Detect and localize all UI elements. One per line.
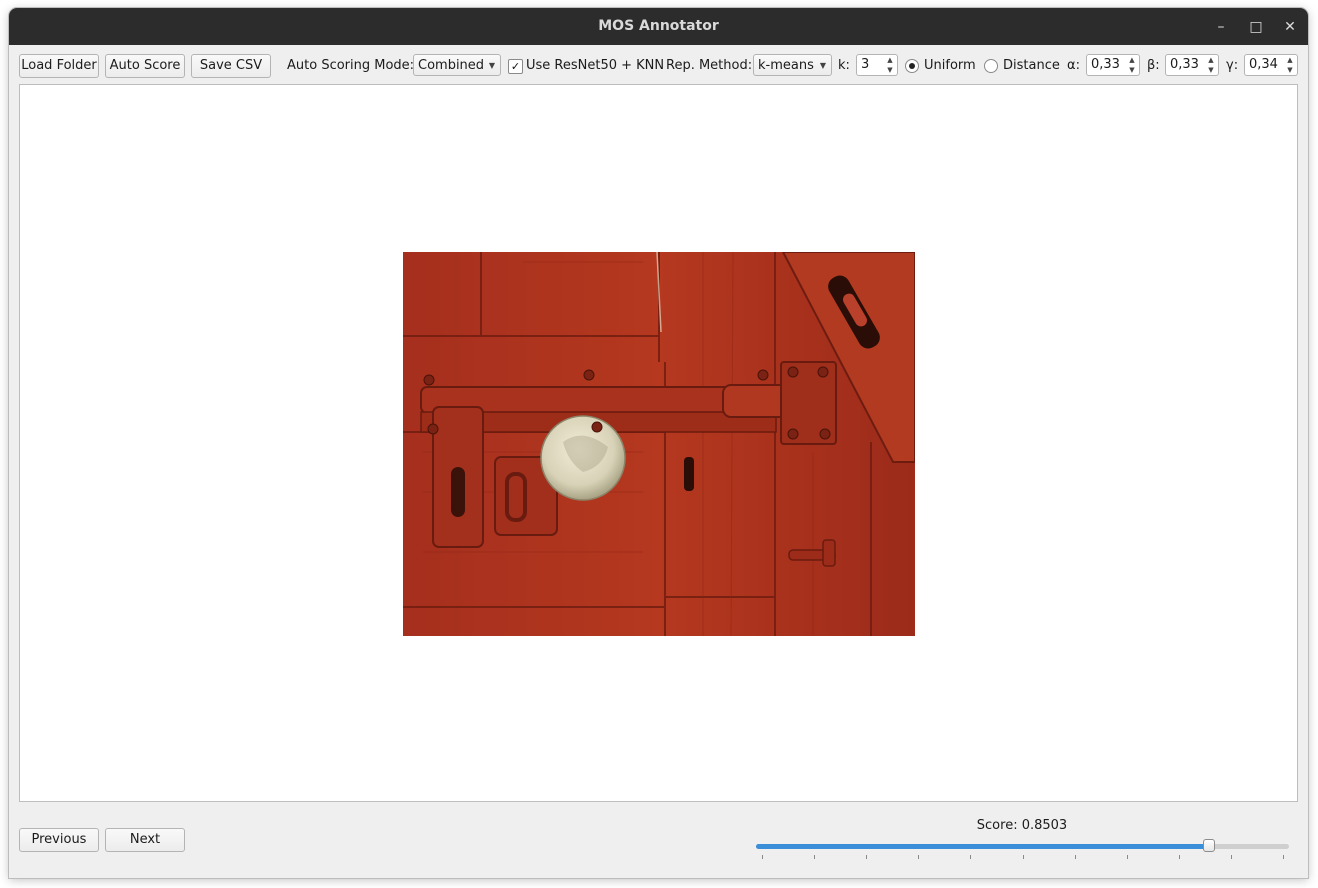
main-window: MOS Annotator – □ ✕ Load Folder Auto Sco… [9, 8, 1308, 878]
spin-arrows-icon[interactable]: ▲ ▼ [1205, 55, 1217, 75]
rep-method-select[interactable]: k-means ▼ [753, 54, 832, 76]
auto-score-button[interactable]: Auto Score [105, 54, 185, 78]
slider-tick [814, 855, 815, 859]
uniform-label[interactable]: Uniform [924, 55, 976, 77]
score-label: Score: 0.8503 [976, 818, 1068, 833]
alpha-spinbox[interactable]: 0,33 ▲ ▼ [1086, 54, 1140, 76]
uniform-radio[interactable] [905, 59, 919, 73]
beta-value: 0,33 [1170, 57, 1199, 72]
load-folder-button[interactable]: Load Folder [19, 54, 99, 78]
spin-arrows-icon[interactable]: ▲ ▼ [1126, 55, 1138, 75]
use-resnet-checkbox[interactable]: ✓ [508, 59, 523, 74]
score-slider-fill [756, 844, 1209, 849]
spin-arrows-icon[interactable]: ▲ ▼ [1284, 55, 1296, 75]
score-slider-handle[interactable] [1203, 839, 1215, 852]
k-spinbox[interactable]: 3 ▲ ▼ [856, 54, 898, 76]
distance-radio[interactable] [984, 59, 998, 73]
maximize-icon[interactable]: □ [1244, 15, 1268, 39]
rep-method-label: Rep. Method: [666, 58, 753, 73]
beta-label: β: [1147, 58, 1160, 73]
close-icon[interactable]: ✕ [1278, 15, 1302, 39]
slider-tick [866, 855, 867, 859]
slider-tick [918, 855, 919, 859]
slider-tick [1231, 855, 1232, 859]
beta-spinbox[interactable]: 0,33 ▲ ▼ [1165, 54, 1219, 76]
slider-tick [1127, 855, 1128, 859]
slider-tick [1179, 855, 1180, 859]
alpha-value: 0,33 [1091, 57, 1120, 72]
gamma-value: 0,34 [1249, 57, 1278, 72]
chevron-down-icon: ▼ [488, 61, 495, 70]
minimize-icon[interactable]: – [1209, 15, 1233, 39]
slider-tick [762, 855, 763, 859]
previous-button[interactable]: Previous [19, 828, 99, 852]
auto-scoring-mode-select[interactable]: Combined ▼ [413, 54, 501, 76]
toolbar: Load Folder Auto Score Save CSV Auto Sco… [9, 45, 1308, 85]
slider-tick [1283, 855, 1284, 859]
door-latch-photo [403, 252, 915, 636]
door-latch-image [403, 252, 915, 636]
title-bar: MOS Annotator – □ ✕ [9, 8, 1308, 45]
rep-method-value: k-means [758, 58, 814, 73]
chevron-down-icon: ▼ [819, 61, 826, 70]
slider-tick [1075, 855, 1076, 859]
k-label: k: [838, 58, 850, 73]
next-button[interactable]: Next [105, 828, 185, 852]
auto-scoring-mode-label: Auto Scoring Mode: [287, 58, 415, 73]
score-slider[interactable] [756, 839, 1289, 852]
save-csv-button[interactable]: Save CSV [191, 54, 271, 78]
slider-tick [1023, 855, 1024, 859]
k-value: 3 [861, 57, 870, 72]
image-viewer [19, 84, 1298, 802]
slider-tick [970, 855, 971, 859]
auto-scoring-mode-value: Combined [418, 58, 485, 73]
gamma-label: γ: [1226, 58, 1239, 73]
spin-arrows-icon[interactable]: ▲ ▼ [884, 55, 896, 75]
alpha-label: α: [1067, 58, 1080, 73]
window-title: MOS Annotator [598, 18, 719, 34]
distance-label[interactable]: Distance [1003, 55, 1060, 77]
gamma-spinbox[interactable]: 0,34 ▲ ▼ [1244, 54, 1298, 76]
use-resnet-label[interactable]: Use ResNet50 + KNN [526, 55, 664, 77]
